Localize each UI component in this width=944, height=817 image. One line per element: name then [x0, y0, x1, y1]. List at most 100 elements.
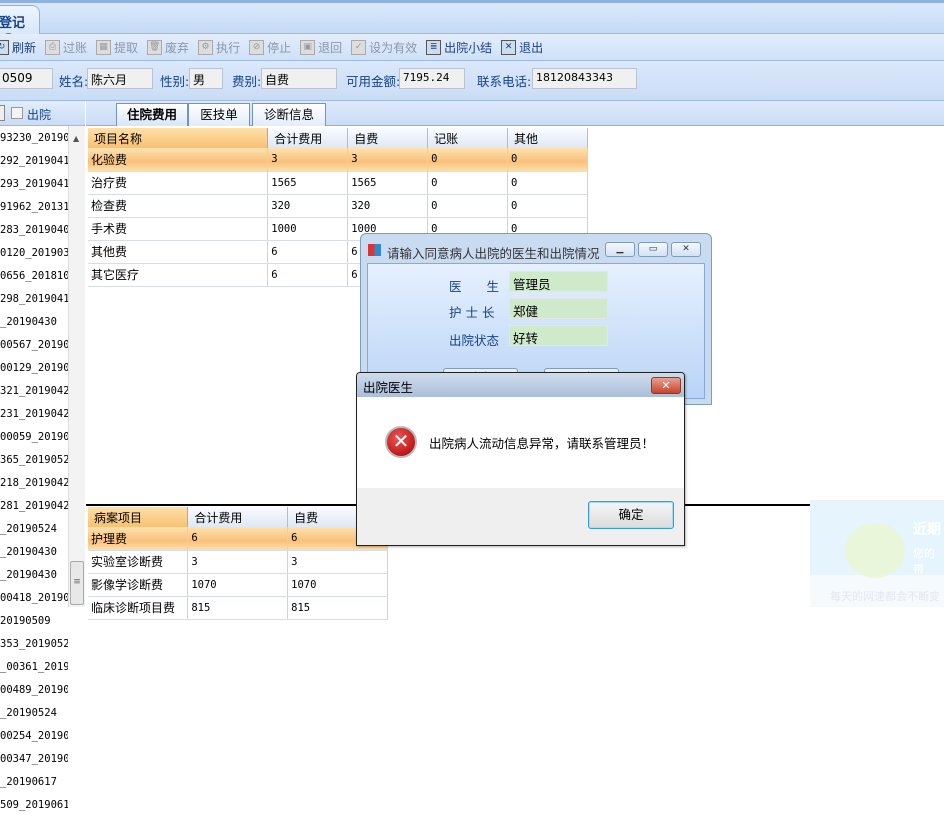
table-cell: 320 — [267, 194, 349, 218]
table-cell: 6 — [267, 263, 349, 287]
toolbar-button-label: 出院小结 — [444, 40, 493, 55]
table-row[interactable]: 临床诊断项目费 815 815 — [88, 596, 388, 620]
balance-label: 可用金额: — [346, 74, 401, 89]
list-scrollbar[interactable]: ▲ ≡ — [68, 126, 85, 607]
error-dialog-titlebar: 出院医生 — [357, 373, 684, 397]
column-header[interactable]: 自费 — [347, 128, 429, 148]
toolbar-button-label: 设为有效 — [369, 40, 418, 55]
toolbar-button-1[interactable]: ⎙ 过账 — [45, 39, 87, 56]
close-button[interactable]: ✕ — [651, 377, 681, 394]
list-item[interactable]: 365_20190524 — [0, 449, 68, 472]
column-header[interactable]: 记账 — [427, 128, 509, 148]
list-item[interactable]: _20190430 — [0, 541, 68, 564]
table-cell: 0 — [427, 194, 509, 218]
phone-field[interactable]: 18120843343 — [532, 68, 637, 89]
list-item[interactable]: 292_20190412 — [0, 150, 68, 173]
toolbar-button-7[interactable]: ✓ 设为有效 — [351, 39, 417, 56]
list-item[interactable]: 231_20190427 — [0, 403, 68, 426]
tab-2[interactable]: 诊断信息 — [252, 103, 326, 126]
table-cell: 治疗费 — [88, 171, 269, 195]
table-row[interactable]: 影像学诊断费 1070 1070 — [88, 573, 388, 597]
maximize-button[interactable]: ▭ — [638, 242, 668, 257]
dropdown-edge[interactable] — [0, 105, 5, 121]
return-icon: ▣ — [300, 39, 316, 55]
minimize-button[interactable]: ▁ — [605, 242, 635, 257]
list-item[interactable]: 298_20190416 — [0, 288, 68, 311]
table-row[interactable]: 治疗费 1565 1565 0 0 — [88, 171, 588, 195]
list-item[interactable]: _20190430 — [0, 564, 68, 587]
toolbar-button-label: 废弃 — [165, 40, 190, 55]
balance-field[interactable]: 7195.24 — [399, 68, 465, 89]
table-cell: 实验室诊断费 — [88, 550, 189, 574]
toolbar-button-6[interactable]: ▣ 退回 — [300, 39, 342, 56]
close-button[interactable]: ✕ — [671, 242, 701, 257]
document-tab[interactable]: 登记✕ — [0, 5, 40, 46]
list-item[interactable]: _20190524 — [0, 518, 68, 541]
patient-list-header: 出院 — [0, 101, 85, 126]
list-item[interactable]: 321_20190427 — [0, 380, 68, 403]
printer-icon: ⎙ — [45, 39, 61, 55]
toolbar-button-0[interactable]: ↻ 刷新 — [0, 39, 36, 56]
list-item[interactable]: 00347_201905 — [0, 748, 68, 771]
toolbar-button-5[interactable]: ⊘ 停止 — [249, 39, 291, 56]
list-item[interactable]: 91962_20131 — [0, 196, 68, 219]
list-item[interactable]: 353_20190523 — [0, 633, 68, 656]
list-item[interactable]: 93230_20190 — [0, 127, 68, 150]
toolbar-button-4[interactable]: ⚙ 执行 — [198, 39, 240, 56]
list-item[interactable]: 00059_20190 — [0, 426, 68, 449]
list-item[interactable]: 0656_2018101 — [0, 265, 68, 288]
tab-1[interactable]: 医技单 — [188, 103, 250, 126]
list-item[interactable]: _00361_2019 — [0, 656, 68, 679]
error-icon: ✕ — [385, 426, 417, 458]
list-item[interactable]: 20190509 — [0, 610, 68, 633]
scroll-thumb[interactable]: ≡ — [70, 561, 84, 605]
list-item[interactable]: _20190617 — [0, 771, 68, 794]
toolbar-button-3[interactable]: 🗑 废弃 — [147, 39, 189, 56]
table-cell: 3 — [287, 550, 388, 574]
status-field[interactable]: 好转 — [509, 325, 608, 346]
column-header[interactable]: 合计费用 — [267, 128, 349, 148]
fee-type-field[interactable]: 自费 — [261, 68, 337, 89]
list-item[interactable]: 283_20190404 — [0, 219, 68, 242]
list-item[interactable]: _20190430 — [0, 311, 68, 334]
list-item[interactable]: 509_20190617 — [0, 794, 68, 817]
ad-popup[interactable]: 近期 您的带 每天的网速都会不断变 — [810, 500, 944, 607]
tab-0[interactable]: 住院费用 — [116, 103, 188, 126]
toolbar-button-8[interactable]: ≣ 出院小结 — [426, 39, 492, 56]
doctor-field[interactable]: 管理员 — [509, 271, 608, 292]
list-item[interactable]: 00567_20190 — [0, 334, 68, 357]
list-item[interactable]: 293_20190412 — [0, 173, 68, 196]
toolbar-button-2[interactable]: ▦ 提取 — [96, 39, 138, 56]
list-item[interactable]: 0120_2019031 — [0, 242, 68, 265]
table-row[interactable]: 化验费 3 3 0 0 — [88, 148, 588, 172]
list-item[interactable]: 00129_20190 — [0, 357, 68, 380]
sex-field[interactable]: 男 — [189, 68, 223, 89]
table-row[interactable]: 实验室诊断费 3 3 — [88, 550, 388, 574]
column-header[interactable]: 合计费用 — [187, 507, 289, 527]
scroll-up-icon[interactable]: ▲ — [73, 134, 79, 143]
discharged-checkbox[interactable] — [11, 107, 23, 119]
nurse-field[interactable]: 郑健 — [509, 298, 608, 319]
trash-icon: 🗑 — [147, 39, 163, 55]
table-cell: 1000 — [267, 217, 349, 241]
patient-id-field[interactable]: 0509 — [0, 68, 53, 89]
refresh-icon: ↻ — [0, 39, 9, 55]
column-header[interactable]: 其他 — [507, 128, 588, 148]
table-cell: 1070 — [287, 573, 388, 597]
column-header[interactable]: 项目名称 — [88, 128, 269, 148]
ok-button[interactable]: 确定 — [588, 501, 674, 529]
table-cell: 其它医疗 — [88, 263, 269, 287]
list-item[interactable]: 00489_201906 — [0, 679, 68, 702]
list-item[interactable]: _20190524 — [0, 702, 68, 725]
list-item[interactable]: 218_20190427 — [0, 472, 68, 495]
table-row[interactable]: 检查费 320 320 0 0 — [88, 194, 588, 218]
list-item[interactable]: 281_20190427 — [0, 495, 68, 518]
document-tab-bar: 登记✕ — [0, 0, 944, 46]
table-row[interactable]: 护理费 6 6 — [88, 527, 388, 551]
gear-icon: ⚙ — [198, 39, 214, 55]
check-icon: ✓ — [351, 39, 367, 55]
name-field[interactable]: 陈六月 — [87, 68, 153, 89]
column-header[interactable]: 病案项目 — [88, 507, 189, 527]
toolbar-button-9[interactable]: ✕ 退出 — [501, 39, 543, 56]
list-item[interactable]: 00254_201905 — [0, 725, 68, 748]
